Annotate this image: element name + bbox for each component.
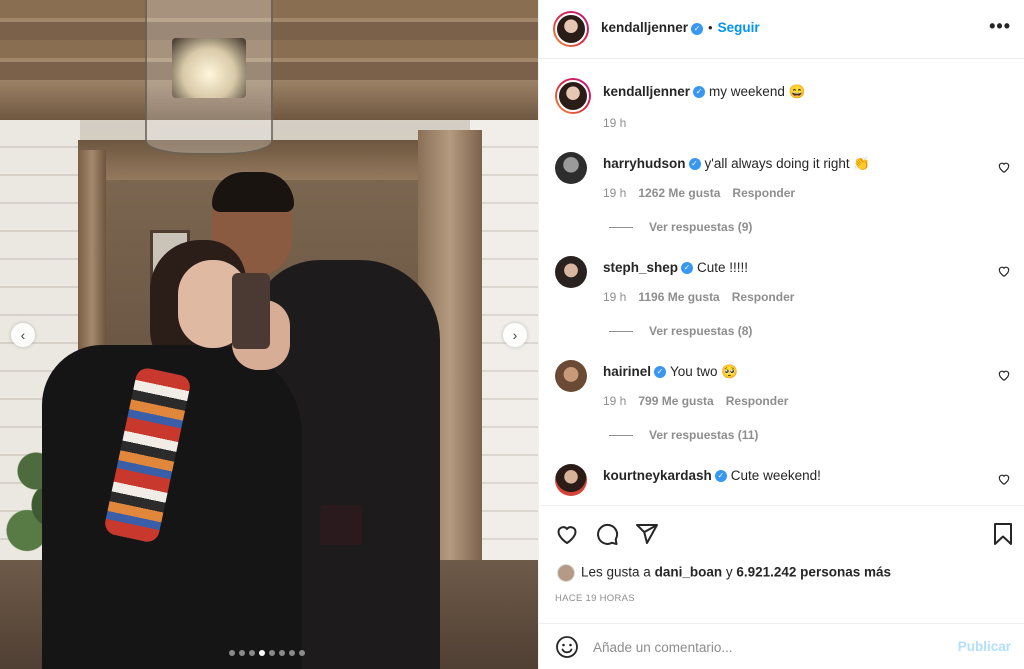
- chevron-left-icon: ‹: [20, 327, 26, 343]
- comment-like-heart-icon[interactable]: [997, 472, 1011, 486]
- carousel-dot: [269, 650, 275, 656]
- reply-button[interactable]: Responder: [726, 394, 789, 408]
- likes-count[interactable]: 6.921.242 personas más: [736, 565, 891, 580]
- post-timestamp[interactable]: HACE 19 HORAS: [555, 593, 635, 604]
- liker-username[interactable]: dani_boan: [655, 565, 723, 580]
- comment-meta: 19 h 799 Me gusta Responder: [603, 394, 800, 408]
- add-comment-bar: Publicar: [539, 623, 1024, 669]
- caption-time[interactable]: 19 h: [603, 116, 626, 130]
- comments-list[interactable]: kendalljenner ✓ my weekend 😄 19 h harryhud…: [539, 60, 1024, 505]
- carousel-dot: [279, 650, 285, 656]
- comment-username[interactable]: kourtneykardash: [603, 468, 712, 483]
- comment-likes[interactable]: 1196 Me gusta: [638, 290, 719, 304]
- carousel-dot: [249, 650, 255, 656]
- comment-item: kourtneykardash ✓ Cute weekend!: [555, 462, 1015, 505]
- comment-item: hairinel ✓ You two 🥺 19 h 799 Me gusta Respo…: [555, 358, 1015, 458]
- verified-badge-icon: ✓: [681, 262, 694, 275]
- comment-time[interactable]: 19 h: [603, 186, 626, 200]
- reply-button[interactable]: Responder: [732, 186, 795, 200]
- post-caption: kendalljenner ✓ my weekend 😄 19 h: [555, 78, 1015, 138]
- lamp-bulb: [172, 38, 246, 98]
- comment-avatar[interactable]: [555, 464, 587, 496]
- comment-body: Cute weekend!: [730, 468, 821, 483]
- comment-meta: 19 h 1196 Me gusta Responder: [603, 290, 806, 304]
- comment-likes[interactable]: 799 Me gusta: [638, 394, 713, 408]
- author-username[interactable]: kendalljenner: [601, 20, 688, 35]
- caption-text: kendalljenner ✓ my weekend 😄: [603, 84, 805, 100]
- comment-item: steph_shep ✓ Cute !!!!! 19 h 1196 Me gusta R…: [555, 254, 1015, 354]
- comment-avatar[interactable]: [555, 360, 587, 392]
- carousel-indicator: [229, 650, 305, 656]
- likes-summary: Les gusta a dani_boan y 6.921.242 person…: [557, 564, 891, 582]
- comment-text: steph_shep ✓ Cute !!!!!: [603, 260, 748, 275]
- comment-body: You two 🥺: [670, 364, 739, 379]
- comment-avatar[interactable]: [555, 152, 587, 184]
- publish-button[interactable]: Publicar: [958, 639, 1011, 654]
- comment-like-heart-icon[interactable]: [997, 160, 1011, 174]
- comment-text: hairinel ✓ You two 🥺: [603, 364, 738, 380]
- carousel-dot: [239, 650, 245, 656]
- post-actions: Les gusta a dani_boan y 6.921.242 person…: [539, 505, 1024, 625]
- carousel-dot: [229, 650, 235, 656]
- separator-dot: •: [708, 20, 713, 35]
- carousel-prev-button[interactable]: ‹: [11, 323, 35, 347]
- comment-like-heart-icon[interactable]: [997, 264, 1011, 278]
- caption-avatar[interactable]: [555, 78, 591, 114]
- likes-prefix: Les gusta a: [581, 564, 651, 580]
- verified-badge-icon: ✓: [714, 470, 727, 483]
- carousel-dot: [259, 650, 265, 656]
- follow-button[interactable]: Seguir: [718, 20, 760, 35]
- carousel-dot: [289, 650, 295, 656]
- wine-glass: [320, 495, 362, 615]
- comment-username[interactable]: hairinel: [603, 364, 651, 379]
- verified-badge-icon: ✓: [654, 366, 667, 379]
- view-replies-button[interactable]: Ver respuestas (9): [609, 220, 752, 234]
- author-avatar[interactable]: [553, 11, 589, 47]
- verified-badge-icon: ✓: [691, 22, 704, 35]
- share-icon[interactable]: [635, 522, 659, 546]
- caption-username[interactable]: kendalljenner: [603, 84, 690, 99]
- comment-meta: 19 h 1262 Me gusta Responder: [603, 186, 807, 200]
- reply-button[interactable]: Responder: [732, 290, 795, 304]
- comment-item: harryhudson ✓ y'all always doing it right …: [555, 150, 1015, 250]
- bookmark-icon[interactable]: [991, 522, 1015, 546]
- comment-likes[interactable]: 1262 Me gusta: [638, 186, 720, 200]
- heart-icon[interactable]: [555, 522, 579, 546]
- comment-text: harryhudson ✓ y'all always doing it right …: [603, 156, 870, 172]
- view-replies-button[interactable]: Ver respuestas (8): [609, 324, 752, 338]
- phone: [232, 273, 270, 349]
- man-hair: [212, 172, 294, 212]
- more-options-button[interactable]: •••: [989, 16, 1011, 37]
- comment-body: Cute !!!!!: [697, 260, 749, 275]
- comment-like-heart-icon[interactable]: [997, 368, 1011, 382]
- emoji-icon[interactable]: [555, 635, 579, 659]
- comment-input[interactable]: [593, 632, 953, 662]
- liker-avatar[interactable]: [557, 564, 575, 582]
- comment-text: kourtneykardash ✓ Cute weekend!: [603, 468, 821, 483]
- verified-badge-icon: ✓: [693, 86, 706, 99]
- comment-avatar[interactable]: [555, 256, 587, 288]
- carousel-next-button[interactable]: ›: [503, 323, 527, 347]
- post-details-panel: kendalljenner ✓ • Seguir ••• kendalljenner ✓…: [538, 0, 1024, 669]
- likes-conjunction: y: [725, 564, 733, 580]
- comment-username[interactable]: steph_shep: [603, 260, 678, 275]
- comment-body: y'all always doing it right 👏: [704, 156, 871, 171]
- comment-icon[interactable]: [595, 522, 619, 546]
- caption-meta: 19 h: [603, 116, 638, 130]
- comment-time[interactable]: 19 h: [603, 394, 626, 408]
- comment-time[interactable]: 19 h: [603, 290, 626, 304]
- post-photo[interactable]: ‹ ›: [0, 0, 538, 669]
- caption-body: my weekend 😄: [709, 84, 806, 99]
- post-header: kendalljenner ✓ • Seguir •••: [539, 0, 1024, 59]
- chevron-right-icon: ›: [512, 327, 518, 343]
- carousel-dot: [299, 650, 305, 656]
- view-replies-button[interactable]: Ver respuestas (11): [609, 428, 758, 442]
- comment-username[interactable]: harryhudson: [603, 156, 686, 171]
- verified-badge-icon: ✓: [688, 158, 701, 171]
